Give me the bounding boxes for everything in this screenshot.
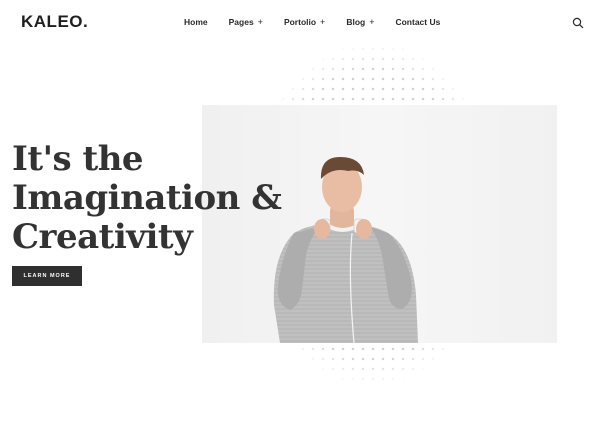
nav-item-home[interactable]: Home: [184, 17, 208, 27]
site-header: KALEO. Home Pages + Portolio + Blog + Co…: [0, 0, 600, 44]
nav-item-label: Pages: [228, 17, 254, 27]
nav-item-label: Home: [184, 17, 208, 27]
headline-line: Imagination &: [12, 178, 282, 218]
nav-item-pages[interactable]: Pages +: [229, 17, 263, 27]
nav-item-portolio[interactable]: Portolio +: [284, 17, 325, 27]
plus-icon: +: [320, 17, 326, 27]
nav-item-contact-us[interactable]: Contact Us: [395, 17, 440, 27]
learn-more-button[interactable]: LEARN MORE: [12, 266, 82, 286]
site-logo[interactable]: KALEO.: [21, 12, 88, 32]
main-nav: Home Pages + Portolio + Blog + Contact U…: [184, 17, 461, 27]
plus-icon: +: [257, 17, 263, 27]
headline-line: Creativity: [12, 217, 193, 257]
plus-icon: +: [369, 17, 375, 27]
headline-line: It's the: [12, 139, 144, 179]
nav-item-label: Contact Us: [395, 17, 441, 27]
hero-headline: It's the Imagination & Creativity: [12, 139, 282, 257]
search-icon[interactable]: [572, 16, 584, 29]
nav-item-label: Blog: [346, 17, 366, 27]
nav-item-label: Portolio: [283, 17, 317, 27]
nav-item-blog[interactable]: Blog +: [346, 17, 374, 27]
